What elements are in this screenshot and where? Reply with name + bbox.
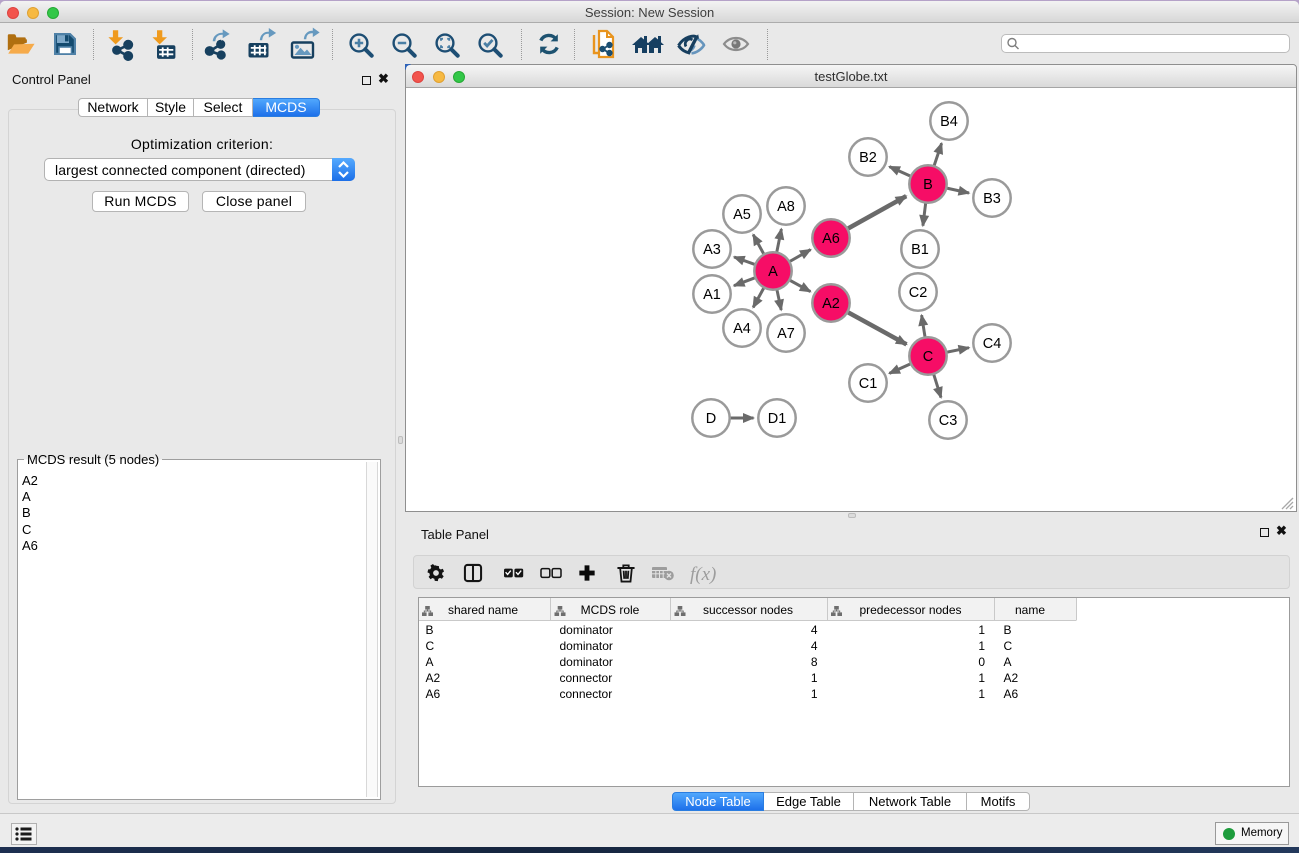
svg-text:shared name: shared name [448,603,518,617]
svg-text:1: 1 [811,671,818,685]
svg-text:connector: connector [560,671,613,685]
svg-text:A: A [768,264,778,280]
svg-text:A2: A2 [822,296,840,312]
svg-text:A5: A5 [733,207,751,223]
svg-text:8: 8 [811,655,818,669]
svg-text:B1: B1 [911,242,929,258]
svg-text:D1: D1 [768,411,787,427]
svg-text:4: 4 [811,623,818,637]
svg-text:0: 0 [978,655,985,669]
svg-text:name: name [1015,603,1045,617]
svg-text:A2: A2 [426,671,441,685]
svg-text:connector: connector [560,687,613,701]
svg-text:dominator: dominator [560,639,613,653]
svg-text:1: 1 [978,687,985,701]
svg-text:dominator: dominator [560,623,613,637]
svg-text:A6: A6 [822,231,840,247]
svg-text:MCDS role: MCDS role [581,603,640,617]
svg-text:A1: A1 [703,287,721,303]
svg-text:A7: A7 [777,326,795,342]
svg-text:4: 4 [811,639,818,653]
svg-text:1: 1 [978,639,985,653]
svg-text:C: C [426,639,435,653]
svg-text:B: B [923,177,933,193]
svg-text:C2: C2 [909,285,928,301]
svg-text:B: B [1004,623,1012,637]
svg-text:A6: A6 [426,687,441,701]
svg-text:C: C [923,349,933,365]
svg-text:A3: A3 [703,242,721,258]
svg-text:1: 1 [978,671,985,685]
svg-text:C1: C1 [859,376,878,392]
svg-text:predecessor nodes: predecessor nodes [859,603,961,617]
svg-text:successor nodes: successor nodes [703,603,793,617]
svg-text:dominator: dominator [560,655,613,669]
svg-text:B2: B2 [859,150,877,166]
svg-text:C4: C4 [983,336,1002,352]
svg-text:A: A [426,655,434,669]
svg-text:C3: C3 [939,413,958,429]
svg-text:A4: A4 [733,321,751,337]
svg-text:A: A [1004,655,1012,669]
svg-text:A2: A2 [1004,671,1019,685]
svg-text:A6: A6 [1004,687,1019,701]
svg-text:B3: B3 [983,191,1001,207]
svg-text:f(x): f(x) [690,564,716,585]
svg-text:1: 1 [978,623,985,637]
svg-text:C: C [1004,639,1013,653]
svg-text:B: B [426,623,434,637]
svg-text:A8: A8 [777,199,795,215]
svg-text:B4: B4 [940,114,958,130]
svg-text:1: 1 [811,687,818,701]
svg-text:D: D [706,411,716,427]
